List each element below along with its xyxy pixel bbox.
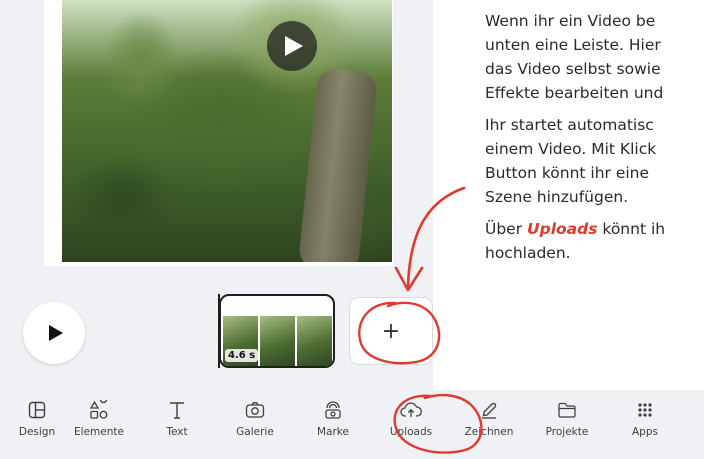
folder-icon xyxy=(557,400,577,420)
nav-item-text[interactable]: Text xyxy=(138,390,216,459)
nav-item-marke[interactable]: Marke xyxy=(294,390,372,459)
add-scene-button[interactable]: + xyxy=(349,297,433,365)
nav-label: Design xyxy=(18,426,56,438)
text-line: einem Video. Mit Klick xyxy=(485,140,657,158)
text-line: hochladen. xyxy=(485,244,571,262)
video-play-button[interactable] xyxy=(267,21,317,71)
playhead[interactable] xyxy=(218,294,220,368)
text-line: Szene hinzufügen. xyxy=(485,188,629,206)
text-icon xyxy=(168,400,186,420)
text-line: Wenn ihr ein Video be xyxy=(485,12,656,30)
text-fragment: könnt ih xyxy=(597,220,666,238)
draw-icon xyxy=(479,400,499,420)
nav-item-zeichnen[interactable]: Zeichnen xyxy=(450,390,528,459)
timeline-play-button[interactable] xyxy=(23,302,85,364)
nav-item-projekte[interactable]: Projekte xyxy=(528,390,606,459)
uploads-highlight: Uploads xyxy=(527,220,598,238)
brand-icon xyxy=(323,400,343,420)
nav-item-uploads[interactable]: Uploads xyxy=(372,390,450,459)
layout-icon xyxy=(28,400,46,420)
video-preview[interactable] xyxy=(62,0,392,262)
explanation-paragraph-2: Ihr startet automatisc einem Video. Mit … xyxy=(485,113,704,209)
text-line: das Video selbst sowie xyxy=(485,60,661,78)
tree-trunk xyxy=(297,67,379,262)
play-icon xyxy=(48,325,63,341)
nav-label: Galerie xyxy=(236,426,274,438)
nav-item-design[interactable]: Design xyxy=(14,390,60,459)
nav-item-elemente[interactable]: Elemente xyxy=(60,390,138,459)
text-line: Ihr startet automatisc xyxy=(485,116,654,134)
camera-icon xyxy=(245,400,265,420)
text-line: unten eine Leiste. Hier xyxy=(485,36,661,54)
play-icon xyxy=(285,36,303,56)
nav-label: Zeichnen xyxy=(464,426,514,438)
clip-duration: 4.6 s xyxy=(225,349,259,362)
nav-label: Uploads xyxy=(389,426,433,438)
explanation-text: Wenn ihr ein Video be unten eine Leiste.… xyxy=(485,9,704,273)
nav-item-galerie[interactable]: Galerie xyxy=(216,390,294,459)
text-fragment: Über xyxy=(485,220,528,238)
text-line: Effekte bearbeiten und xyxy=(485,84,664,102)
clip-thumbnail xyxy=(297,316,332,366)
explanation-paragraph-3: Über Uploads könnt ih hochladen. xyxy=(485,217,704,265)
shapes-icon xyxy=(89,400,109,420)
text-line: Button könnt ihr eine xyxy=(485,164,650,182)
timeline-clip[interactable]: 4.6 s xyxy=(219,294,335,368)
nav-label: Projekte xyxy=(545,426,589,438)
apps-grid-icon xyxy=(637,400,653,420)
nav-label: Text xyxy=(166,426,188,438)
cloud-upload-icon xyxy=(400,400,422,420)
nav-label: Marke xyxy=(317,426,349,438)
nav-item-apps[interactable]: Apps xyxy=(606,390,684,459)
nav-label: Elemente xyxy=(74,426,124,438)
bottom-navigation: Design Elemente Text Galerie Marke Uploa… xyxy=(0,390,704,459)
nav-label: Apps xyxy=(632,426,658,438)
explanation-paragraph-1: Wenn ihr ein Video be unten eine Leiste.… xyxy=(485,9,704,105)
clip-thumbnail xyxy=(260,316,295,366)
